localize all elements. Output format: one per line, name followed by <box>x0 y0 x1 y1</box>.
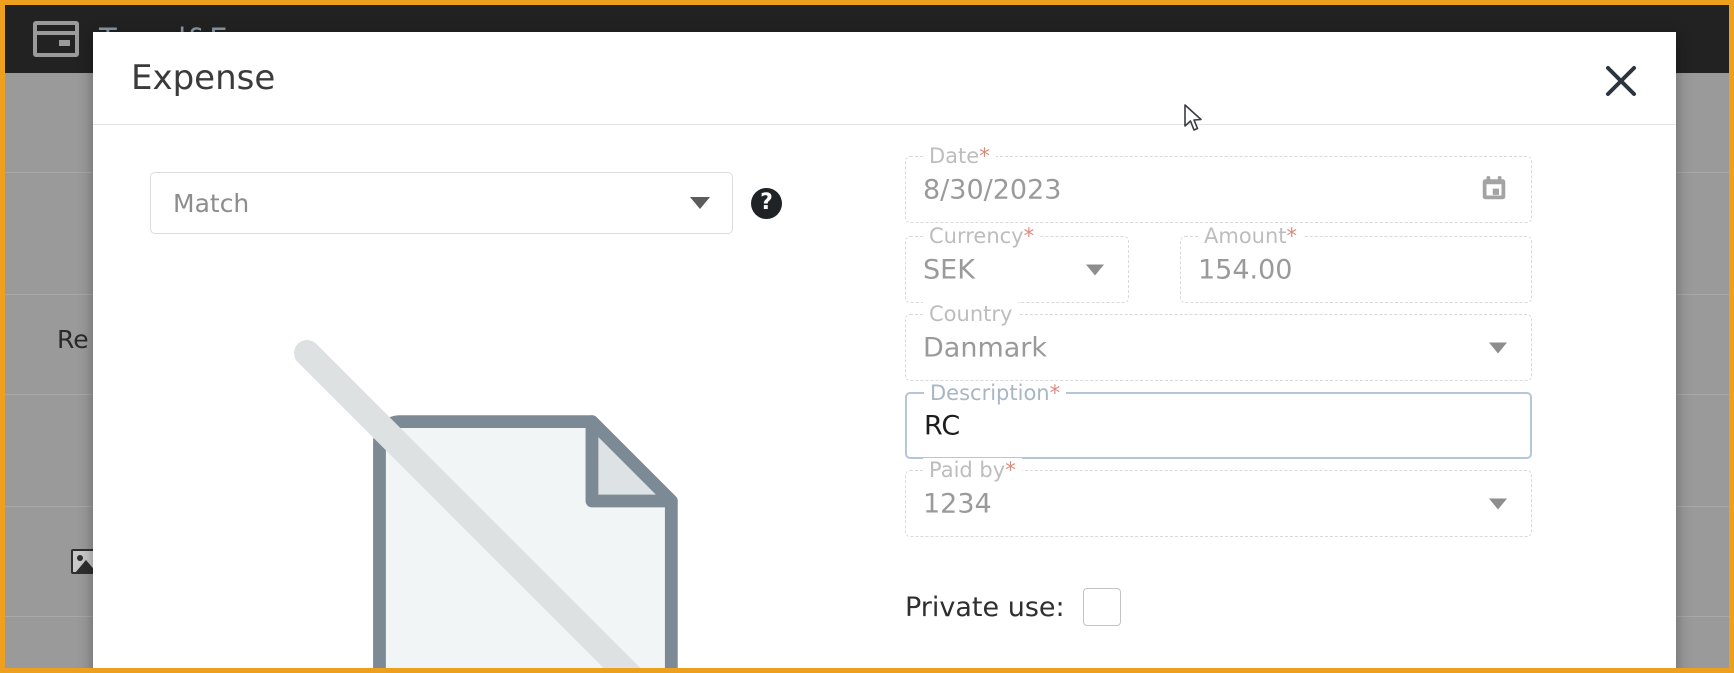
field-description[interactable]: Description* RC <box>905 381 1532 459</box>
page-title: Expense <box>131 58 276 98</box>
field-country[interactable]: Country Danmark <box>905 302 1532 381</box>
field-value-country: Danmark <box>923 332 1048 363</box>
modal-body: Match ? Date* 8/30/2023 Currency* SEK Am… <box>93 125 1676 668</box>
no-document-icon <box>289 325 719 668</box>
match-select[interactable]: Match <box>150 172 733 234</box>
field-value-amount: 154.00 <box>1198 254 1293 285</box>
chevron-down-icon[interactable] <box>1489 342 1507 353</box>
close-icon[interactable] <box>1600 60 1642 102</box>
private-use-checkbox[interactable] <box>1082 588 1121 626</box>
field-label-country: Country <box>923 302 1019 326</box>
expense-modal: Expense Match ? Date* 8/30/2023 Currency… <box>93 32 1676 668</box>
table-cell-text: Re <box>57 325 89 354</box>
wallet-icon <box>33 21 79 57</box>
field-label-paid-by: Paid by* <box>923 458 1022 482</box>
field-value-paid-by: 1234 <box>923 488 992 519</box>
required-asterisk: * <box>1005 458 1016 482</box>
required-asterisk: * <box>1049 381 1061 405</box>
field-value-description: RC <box>924 410 961 441</box>
field-amount[interactable]: Amount* 154.00 <box>1180 224 1532 303</box>
field-date[interactable]: Date* 8/30/2023 <box>905 144 1532 223</box>
field-label-date: Date* <box>923 144 996 168</box>
required-asterisk: * <box>1023 224 1035 248</box>
field-value-date: 8/30/2023 <box>923 174 1062 205</box>
field-label-currency: Currency* <box>923 224 1041 248</box>
field-label-description: Description* <box>924 381 1067 405</box>
field-value-currency: SEK <box>923 254 975 285</box>
match-select-label: Match <box>173 188 250 218</box>
field-paid-by[interactable]: Paid by* 1234 <box>905 458 1532 537</box>
private-use-row: Private use: <box>905 588 1121 626</box>
required-asterisk: * <box>1286 224 1298 248</box>
field-label-amount: Amount* <box>1198 224 1304 248</box>
field-currency[interactable]: Currency* SEK <box>905 224 1129 303</box>
private-use-label: Private use: <box>905 591 1065 623</box>
receipt-panel: Match ? <box>93 125 819 668</box>
chevron-down-icon[interactable] <box>1489 498 1507 509</box>
required-asterisk: * <box>979 144 990 168</box>
application-frame: Travel&Expense Re Expense <box>0 0 1734 673</box>
calendar-icon[interactable] <box>1479 173 1509 207</box>
modal-header: Expense <box>93 32 1676 125</box>
help-circle-icon[interactable]: ? <box>751 187 782 219</box>
chevron-down-icon[interactable] <box>1086 264 1104 275</box>
chevron-down-icon[interactable] <box>690 197 710 209</box>
match-row: Match ? <box>150 172 782 234</box>
expense-form: Date* 8/30/2023 Currency* SEK Amount* 15… <box>819 125 1676 668</box>
